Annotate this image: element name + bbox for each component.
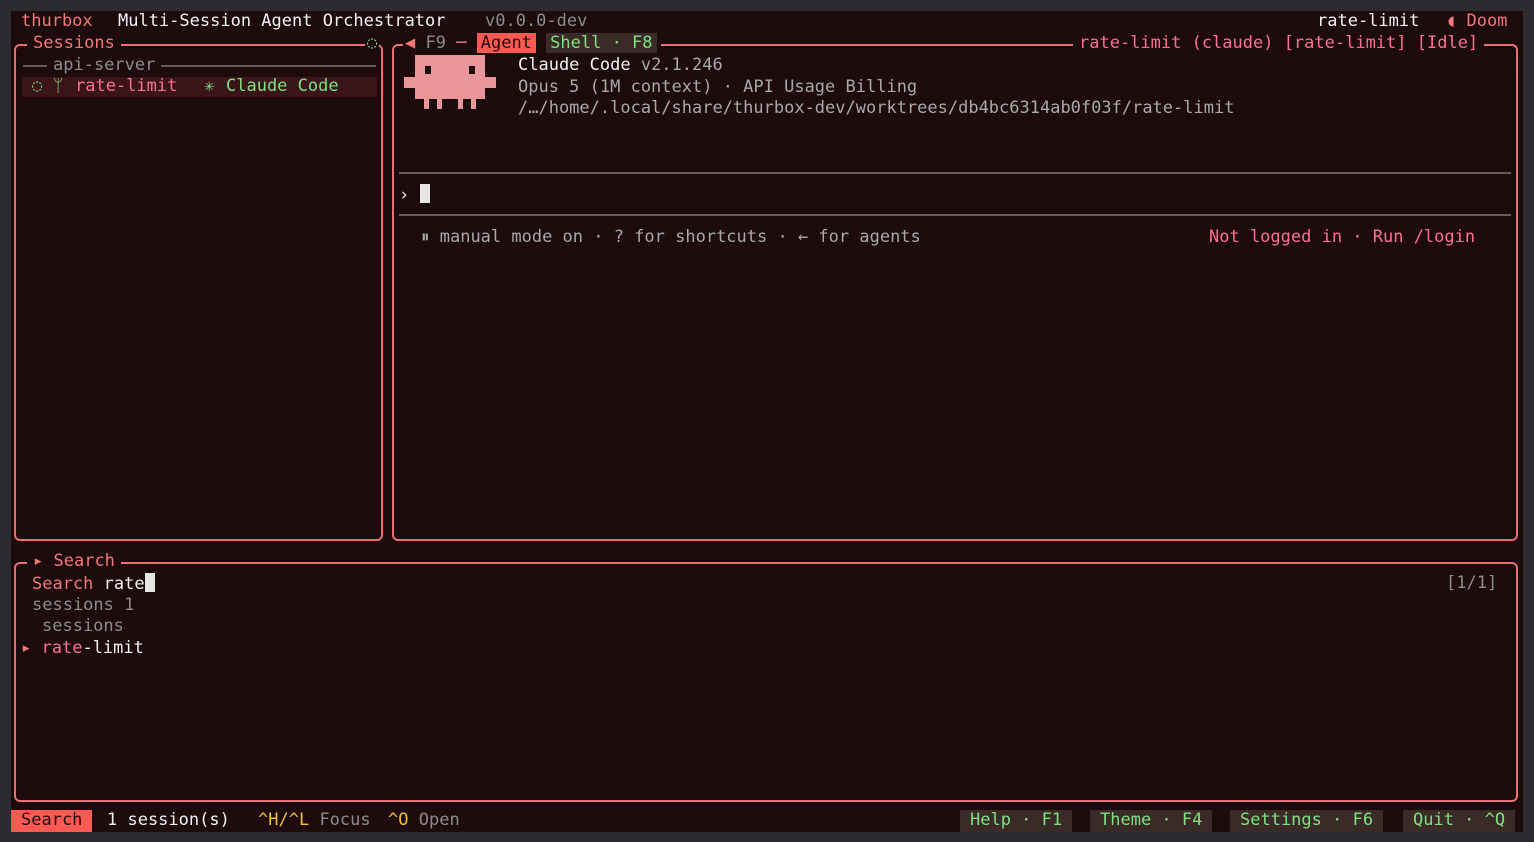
active-session-name: rate-limit [1317,11,1420,31]
theme-name: Doom [1466,11,1508,31]
session-count: 1 session(s) [107,810,230,830]
product-version: v2.1.246 [640,55,723,75]
tab-prev-icon[interactable]: ◀ [405,33,415,53]
session-agent: Claude Code [226,76,339,96]
terminal-screen: thurbox Multi-Session Agent Orchestrator… [11,11,1523,832]
selection-arrow-icon: ▸ [21,638,32,658]
search-result-rate-limit[interactable]: ▸ rate-limit [21,638,144,660]
theme-button[interactable]: Theme · F4 [1090,810,1213,832]
prompt-bottom-divider [399,214,1511,216]
focus-label: Focus [319,810,371,830]
search-result-counter: [1/1] [1446,573,1498,593]
login-status[interactable]: Not logged in · Run /login [1209,227,1475,249]
agent-tab-bar: ◀ F9 ─ Agent Shell · F8 [403,33,661,55]
tab-f9-hint: F9 [425,33,446,53]
app-version: v0.0.0-dev [485,11,588,31]
claude-mascot-icon [404,55,496,109]
prompt-input[interactable]: › [399,184,430,207]
focus-keys: ^H/^L [258,810,310,830]
search-panel-title: ▸ Search [27,551,121,573]
triangle-right-icon: ▸ [33,551,44,571]
session-item-rate-limit[interactable]: ◌ ᛘ rate-limit ✳ Claude Code [22,76,377,97]
app-name: thurbox [21,11,93,31]
worktree-path: /…/home/.local/share/thurbox-dev/worktre… [518,98,1235,118]
branch-icon: ᛘ [53,76,64,96]
product-name: Claude Code [518,55,631,75]
claude-product-line: Claude Code v2.1.246 [518,55,723,77]
search-label: Search [32,574,94,594]
prompt-chevron-icon: › [399,185,410,205]
open-shortcut[interactable]: ^O Open [388,810,460,832]
spinner-icon: ◌ [365,33,380,55]
moon-icon: ◖ [1446,11,1457,31]
prompt-top-divider [399,172,1511,174]
text-cursor [419,184,430,203]
app-title: Multi-Session Agent Orchestrator [118,11,446,31]
status-spinner-icon: ◌ [32,76,43,96]
shortcut-hint: ⏸ manual mode on · ? for shortcuts · ← f… [421,227,921,247]
search-cursor [144,573,155,592]
open-label: Open [418,810,460,830]
claude-asterisk-icon: ✳ [204,76,215,96]
sessions-panel [14,44,383,541]
mode-indicator: Search [11,810,93,832]
settings-button[interactable]: Settings · F6 [1230,810,1384,832]
group-api-server[interactable]: api-server [47,55,162,77]
quit-button[interactable]: Quit · ^Q [1403,810,1516,832]
open-key: ^O [388,810,409,830]
search-summary: sessions 1 [32,595,135,615]
result-match: rate [41,638,83,658]
tab-shell[interactable]: Shell · F8 [546,33,657,53]
focus-shortcut[interactable]: ^H/^L Focus [258,810,371,832]
model-info: Opus 5 (1M context) · API Usage Billing [518,77,918,97]
search-input[interactable]: Search rate [32,573,155,596]
theme-indicator[interactable]: ◖ Doom [1446,11,1507,33]
sessions-panel-title: Sessions [27,33,121,55]
result-rest: -limit [82,638,144,658]
tab-agent[interactable]: Agent [476,33,536,53]
search-query: rate [103,574,145,594]
search-panel [14,562,1518,802]
agent-panel-status-title: rate-limit (claude) [rate-limit] [Idle] [1073,33,1485,55]
help-button[interactable]: Help · F1 [960,810,1073,832]
search-section-header: sessions [42,616,124,636]
session-name: rate-limit [75,76,178,96]
